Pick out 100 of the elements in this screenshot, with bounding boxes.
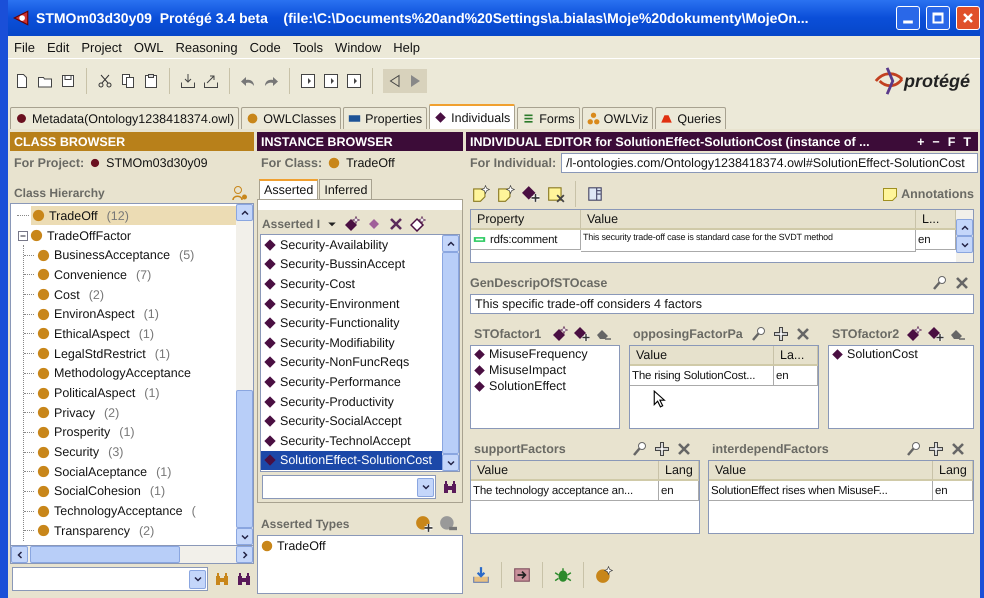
tab[interactable]: Inferred (319, 179, 372, 199)
scroll-down-button[interactable] (956, 236, 973, 253)
search-icon[interactable] (751, 326, 767, 342)
menu-item[interactable]: OWL (134, 40, 164, 54)
search-icon[interactable] (632, 441, 648, 457)
add-icon[interactable] (654, 441, 670, 457)
add-icon[interactable] (928, 441, 944, 457)
header-button[interactable]: T (962, 134, 972, 148)
column-header[interactable]: Lang (659, 461, 699, 481)
close-button[interactable] (956, 6, 980, 30)
list-item[interactable]: Security-Functionality (261, 313, 442, 333)
tab[interactable]: Forms (517, 107, 580, 129)
list-item[interactable]: Security-NonFuncReqs (261, 352, 442, 372)
list-item[interactable]: Security-Cost (261, 274, 442, 294)
list-item[interactable]: Security-Environment (261, 294, 442, 314)
dropdown-button[interactable] (189, 570, 206, 588)
binoculars-icon[interactable] (442, 479, 458, 495)
list-item[interactable]: Security-Availability (261, 235, 442, 255)
diamond-outline-icon[interactable] (410, 216, 426, 232)
copy-icon[interactable] (120, 73, 136, 89)
bug-icon[interactable] (554, 566, 572, 584)
list-item[interactable]: MisuseImpact (471, 362, 619, 378)
diamond-star-icon[interactable] (552, 326, 568, 342)
note-star-icon[interactable] (497, 185, 515, 203)
menu-item[interactable]: Code (250, 40, 281, 54)
new-file-icon[interactable] (14, 73, 30, 89)
dropdown-button[interactable] (417, 478, 434, 496)
query-icon[interactable] (346, 73, 362, 89)
column-header[interactable]: Value (630, 346, 774, 366)
tree-item[interactable]: Transparency (2) (36, 521, 158, 540)
delete-icon[interactable] (676, 441, 692, 457)
header-button[interactable]: F (946, 134, 956, 148)
tab[interactable]: OWLClasses (241, 107, 342, 129)
delete-icon[interactable] (388, 216, 404, 232)
delete-icon[interactable] (795, 326, 811, 342)
menu-item[interactable]: Window (335, 40, 382, 54)
search-icon[interactable] (906, 441, 922, 457)
individual-uri-field[interactable]: /l-ontologies.com/Ontology1238418374.owl#SolutionEffect-SolutionCost (561, 153, 978, 173)
list-item[interactable]: SolutionEffect (471, 378, 619, 394)
tree-item[interactable]: Convenience (7) (36, 265, 154, 284)
list-item[interactable]: SolutionCost (829, 346, 973, 362)
note-delete-icon[interactable] (547, 185, 565, 203)
tree-item[interactable]: EnvironAspect (1) (36, 304, 162, 324)
scroll-up-button[interactable] (236, 204, 253, 221)
scroll-left-button[interactable] (11, 546, 28, 563)
menu-item[interactable]: Tools (292, 40, 324, 54)
scroll-up-button[interactable] (956, 219, 973, 236)
diamond-plus-icon[interactable] (928, 326, 944, 342)
import-icon[interactable] (180, 73, 196, 89)
add-class-icon[interactable] (415, 515, 433, 533)
list-item[interactable]: Security-BussinAccept (261, 254, 442, 274)
export-icon[interactable] (203, 73, 219, 89)
download-icon[interactable] (472, 566, 490, 584)
tab[interactable]: OWLViz (582, 107, 654, 129)
tree-item[interactable]: SocialAceptance (1) (36, 462, 174, 482)
list-item[interactable]: MisuseFrequency (471, 346, 619, 362)
scroll-up-button[interactable] (442, 235, 459, 252)
list-item[interactable]: Security-TechnolAccept (261, 430, 442, 451)
annotations-button[interactable]: Annotations (882, 186, 974, 202)
diamond-plus-icon[interactable] (522, 185, 540, 203)
header-button[interactable]: + (916, 134, 926, 148)
minimize-button[interactable] (896, 6, 920, 30)
diamond-star-icon[interactable] (344, 216, 360, 232)
scroll-down-button[interactable] (442, 454, 459, 471)
tree-item[interactable]: EthicalAspect (1) (36, 324, 158, 344)
tab[interactable]: Asserted (259, 179, 318, 199)
delete-icon[interactable] (950, 441, 966, 457)
tree-item[interactable]: Prosperity (1) (36, 422, 138, 442)
tree-item[interactable]: PoliticalAspect (1) (36, 384, 163, 403)
list-item[interactable]: Security-Performance (261, 372, 442, 392)
tree-item[interactable]: Cost (2) (36, 285, 107, 304)
paste-icon[interactable] (143, 73, 159, 89)
delete-icon[interactable] (954, 275, 970, 291)
tab[interactable]: Queries (655, 107, 726, 129)
query-icon[interactable] (323, 73, 339, 89)
tab[interactable]: Metadata(Ontology1238418374.owl) (10, 107, 240, 129)
menu-item[interactable]: File (14, 40, 35, 54)
remove-class-icon[interactable] (439, 515, 457, 533)
note-star-icon[interactable] (472, 185, 490, 203)
save-icon[interactable] (60, 73, 76, 89)
cut-icon[interactable] (97, 73, 113, 89)
add-icon[interactable] (773, 326, 789, 342)
list-item[interactable]: Security-SocialAccept (261, 411, 442, 431)
diamond-plus-icon[interactable] (574, 326, 590, 342)
binoculars-icon[interactable] (236, 571, 252, 587)
column-header[interactable]: Value (581, 210, 916, 230)
panel-icon[interactable] (586, 185, 604, 203)
tree-item[interactable]: TechnologyAcceptance ( (36, 502, 199, 521)
scroll-down-button[interactable] (236, 528, 253, 545)
column-header[interactable]: Property (471, 210, 581, 230)
tab[interactable]: Properties (343, 107, 428, 129)
tab[interactable]: Individuals (429, 104, 516, 129)
scroll-thumb[interactable] (236, 390, 253, 528)
arrow-box-icon[interactable] (513, 566, 531, 584)
tree-toggle-icon[interactable] (17, 230, 29, 242)
tree-item[interactable]: SocialCohesion (1) (36, 482, 168, 501)
menu-item[interactable]: Edit (46, 40, 70, 54)
column-header[interactable]: Lang (933, 461, 973, 481)
list-item[interactable]: TradeOff (258, 536, 462, 556)
query-icon[interactable] (300, 73, 316, 89)
